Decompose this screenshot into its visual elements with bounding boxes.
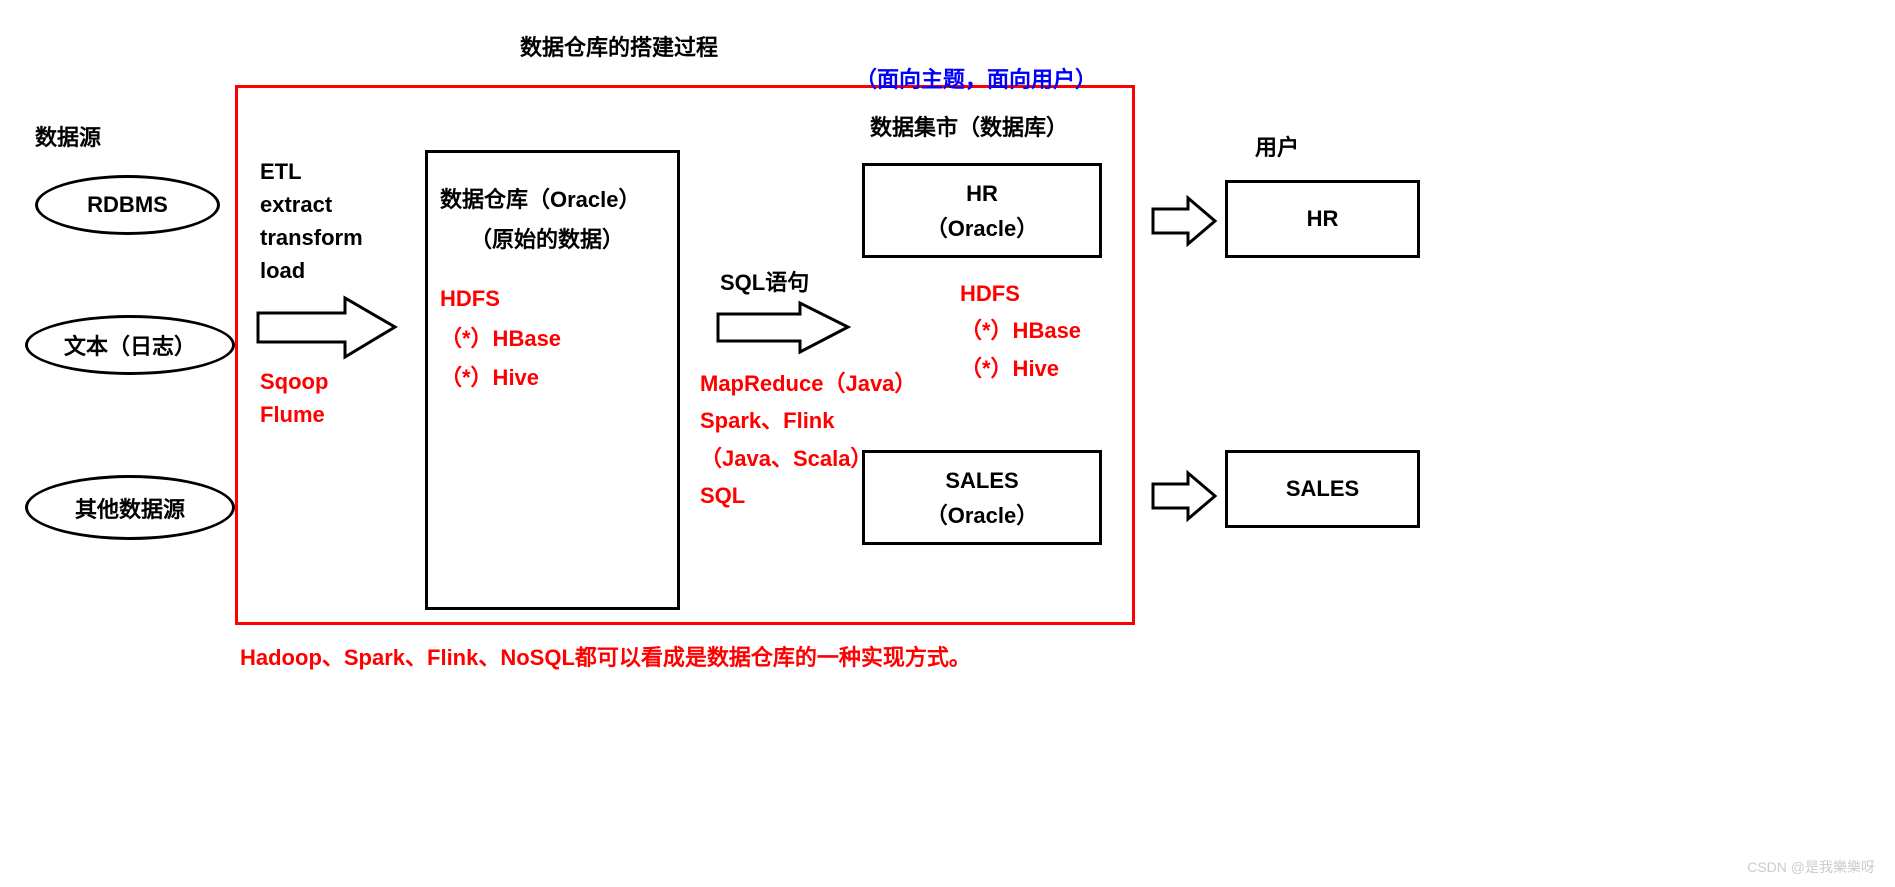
source-other-text: 其他数据源	[75, 492, 185, 524]
footer-text: Hadoop、Spark、Flink、NoSQL都可以看成是数据仓库的一种实现方…	[240, 640, 971, 672]
datamart-tech: HDFS （*）HBase （*）Hive	[960, 275, 1081, 387]
etl-l3: transform	[260, 221, 363, 254]
datamart-hr-l2: （Oracle）	[865, 211, 1099, 246]
engines-l2: Spark、Flink	[700, 402, 916, 439]
watermark: CSDN @是我樂樂呀	[1747, 857, 1875, 877]
arrow-2-icon	[715, 300, 853, 355]
source-textlog: 文本（日志）	[25, 315, 235, 375]
etl-block: ETL extract transform load	[260, 155, 363, 287]
datamart-hr-box: HR （Oracle）	[862, 163, 1102, 258]
datamart-sales-l2: （Oracle）	[865, 498, 1099, 533]
user-hr-box: HR	[1225, 180, 1420, 258]
arrow-1-icon	[255, 295, 400, 360]
datamart-tech-l1: HDFS	[960, 275, 1081, 312]
datamart-hr-l1: HR	[865, 176, 1099, 211]
datamart-tech-l2: （*）HBase	[960, 312, 1081, 349]
user-sales-text: SALES	[1286, 476, 1359, 502]
datamart-tech-l3: （*）Hive	[960, 350, 1081, 387]
etl-l4: load	[260, 254, 363, 287]
diagram-title: 数据仓库的搭建过程	[520, 30, 718, 62]
warehouse-text: 数据仓库（Oracle） （原始的数据） HDFS （*）HBase （*）Hi…	[440, 180, 641, 398]
etl-l1: ETL	[260, 155, 363, 188]
engines-l1: MapReduce（Java）	[700, 365, 916, 402]
sql-label: SQL语句	[720, 265, 809, 297]
ingest-sqoop: Sqoop	[260, 365, 328, 398]
source-textlog-text: 文本（日志）	[64, 329, 196, 361]
source-other: 其他数据源	[25, 475, 235, 540]
datamart-sales-l1: SALES	[865, 463, 1099, 498]
warehouse-l3: HDFS	[440, 279, 641, 319]
datamart-label: 数据集市（数据库）	[870, 110, 1068, 142]
source-rdbms: RDBMS	[35, 175, 220, 235]
user-label: 用户	[1255, 130, 1299, 162]
warehouse-l2: （原始的数据）	[440, 220, 641, 260]
datamart-subtitle: （面向主题，面向用户）	[855, 62, 1097, 94]
ingest-tools: Sqoop Flume	[260, 365, 328, 431]
etl-l2: extract	[260, 188, 363, 221]
warehouse-l5: （*）Hive	[440, 358, 641, 398]
source-rdbms-text: RDBMS	[87, 192, 168, 218]
warehouse-l1: 数据仓库（Oracle）	[440, 180, 641, 220]
user-hr-text: HR	[1307, 206, 1339, 232]
arrow-3-icon	[1150, 195, 1220, 247]
datamart-sales-box: SALES （Oracle）	[862, 450, 1102, 545]
sources-label: 数据源	[35, 120, 101, 152]
ingest-flume: Flume	[260, 398, 328, 431]
arrow-4-icon	[1150, 470, 1220, 522]
user-sales-box: SALES	[1225, 450, 1420, 528]
warehouse-l4: （*）HBase	[440, 319, 641, 359]
